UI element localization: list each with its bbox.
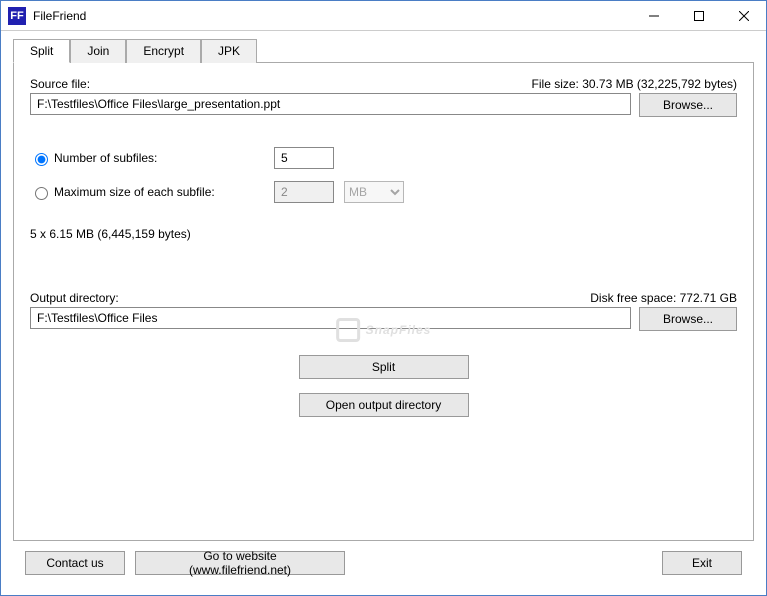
split-button[interactable]: Split	[299, 355, 469, 379]
radio-maxsize[interactable]	[35, 187, 48, 200]
output-label-row: Output directory: Disk free space: 772.7…	[30, 291, 737, 305]
source-file-label: Source file:	[30, 77, 90, 91]
source-row: Browse...	[30, 93, 737, 117]
split-panel: SnapFiles Source file: File size: 30.73 …	[13, 62, 754, 541]
number-subfiles-input[interactable]	[274, 147, 334, 169]
close-button[interactable]	[721, 1, 766, 30]
tab-encrypt[interactable]: Encrypt	[126, 39, 201, 63]
disk-space-label: Disk free space: 772.71 GB	[590, 291, 737, 305]
radio-number-label: Number of subfiles:	[54, 151, 274, 165]
radio-maxsize-label: Maximum size of each subfile:	[54, 185, 274, 199]
output-section: Output directory: Disk free space: 772.7…	[30, 291, 737, 331]
source-file-input[interactable]	[30, 93, 631, 115]
browse-output-button[interactable]: Browse...	[639, 307, 737, 331]
action-buttons: Split Open output directory	[30, 355, 737, 417]
output-row: Browse...	[30, 307, 737, 331]
website-button[interactable]: Go to website (www.filefriend.net)	[135, 551, 345, 575]
titlebar: FF FileFriend	[1, 1, 766, 31]
source-label-row: Source file: File size: 30.73 MB (32,225…	[30, 77, 737, 91]
split-result-text: 5 x 6.15 MB (6,445,159 bytes)	[30, 227, 737, 241]
file-size-label: File size: 30.73 MB (32,225,792 bytes)	[532, 77, 737, 91]
app-icon: FF	[7, 6, 27, 26]
radio-row-maxsize: Maximum size of each subfile: MB	[30, 181, 737, 203]
bottom-bar: Contact us Go to website (www.filefriend…	[13, 541, 754, 585]
maximize-button[interactable]	[676, 1, 721, 30]
tab-join[interactable]: Join	[70, 39, 126, 63]
tab-split[interactable]: Split	[13, 39, 70, 63]
tab-jpk[interactable]: JPK	[201, 39, 257, 63]
maxsize-unit-select: MB	[344, 181, 404, 203]
output-directory-input[interactable]	[30, 307, 631, 329]
minimize-button[interactable]	[631, 1, 676, 30]
content-area: Split Join Encrypt JPK SnapFiles Source …	[1, 31, 766, 595]
window-title: FileFriend	[33, 9, 631, 23]
radio-number-subfiles[interactable]	[35, 153, 48, 166]
tab-bar: Split Join Encrypt JPK	[13, 39, 754, 62]
radio-row-number: Number of subfiles:	[30, 147, 737, 169]
exit-button[interactable]: Exit	[662, 551, 742, 575]
output-directory-label: Output directory:	[30, 291, 119, 305]
maxsize-input	[274, 181, 334, 203]
browse-source-button[interactable]: Browse...	[639, 93, 737, 117]
spacer	[355, 551, 652, 575]
window: FF FileFriend Split Join Encrypt JPK Sna…	[0, 0, 767, 596]
window-controls	[631, 1, 766, 30]
contact-button[interactable]: Contact us	[25, 551, 125, 575]
open-output-button[interactable]: Open output directory	[299, 393, 469, 417]
